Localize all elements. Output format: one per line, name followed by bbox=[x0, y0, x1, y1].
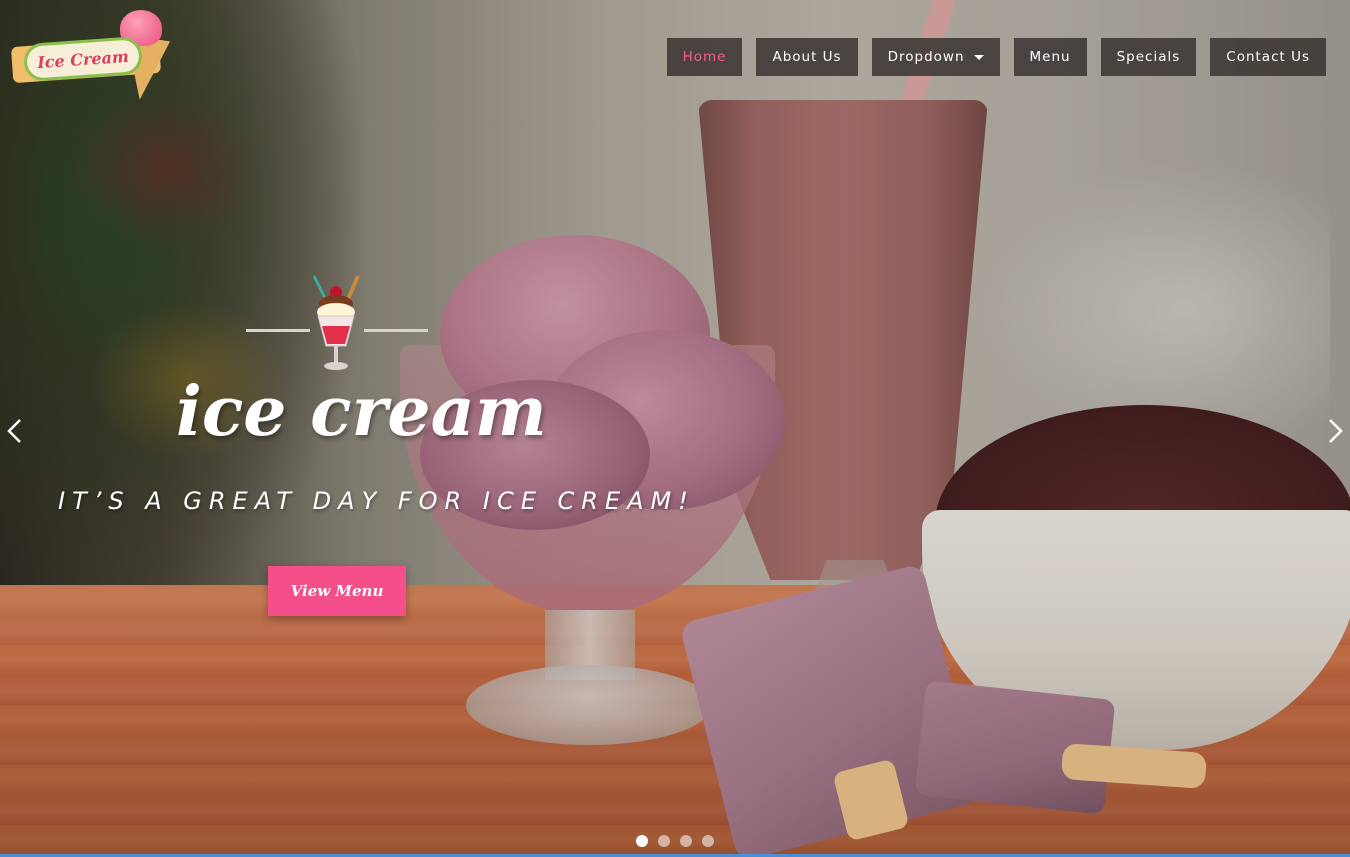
carousel-indicator[interactable] bbox=[658, 835, 670, 847]
main-nav: Home About Us Dropdown Menu Specials Con… bbox=[666, 38, 1326, 76]
chevron-left-icon[interactable] bbox=[2, 417, 28, 445]
nav-item-label: About Us bbox=[772, 49, 842, 65]
chevron-right-icon[interactable] bbox=[1322, 417, 1348, 445]
nav-item-label: Home bbox=[682, 49, 727, 65]
carousel-indicator[interactable] bbox=[636, 835, 648, 847]
hero-tagline: IT’S A GREAT DAY FOR ICE CREAM! bbox=[58, 487, 695, 515]
carousel-indicator[interactable] bbox=[680, 835, 692, 847]
sundae-icon bbox=[312, 275, 360, 370]
nav-item-specials[interactable]: Specials bbox=[1100, 38, 1197, 76]
carousel-indicator[interactable] bbox=[702, 835, 714, 847]
decorative-line bbox=[246, 329, 310, 332]
view-menu-button[interactable]: View Menu bbox=[268, 566, 406, 616]
nav-item-about-us[interactable]: About Us bbox=[756, 38, 858, 76]
nav-item-contact-us[interactable]: Contact Us bbox=[1210, 38, 1326, 76]
nav-item-dropdown[interactable]: Dropdown bbox=[871, 38, 1000, 76]
logo-text: Ice Cream bbox=[36, 46, 130, 72]
nav-item-home[interactable]: Home bbox=[666, 38, 743, 76]
nav-item-label: Dropdown bbox=[887, 49, 965, 65]
nav-item-label: Contact Us bbox=[1226, 49, 1310, 65]
site-logo[interactable]: Ice Cream bbox=[10, 10, 171, 103]
nav-item-menu[interactable]: Menu bbox=[1013, 38, 1087, 76]
nav-item-label: Specials bbox=[1116, 49, 1181, 65]
caret-down-icon bbox=[973, 54, 984, 60]
decorative-line bbox=[364, 329, 428, 332]
nav-item-label: Menu bbox=[1029, 49, 1071, 65]
carousel-indicators bbox=[636, 835, 714, 847]
hero-headline: ice cream bbox=[176, 372, 547, 452]
